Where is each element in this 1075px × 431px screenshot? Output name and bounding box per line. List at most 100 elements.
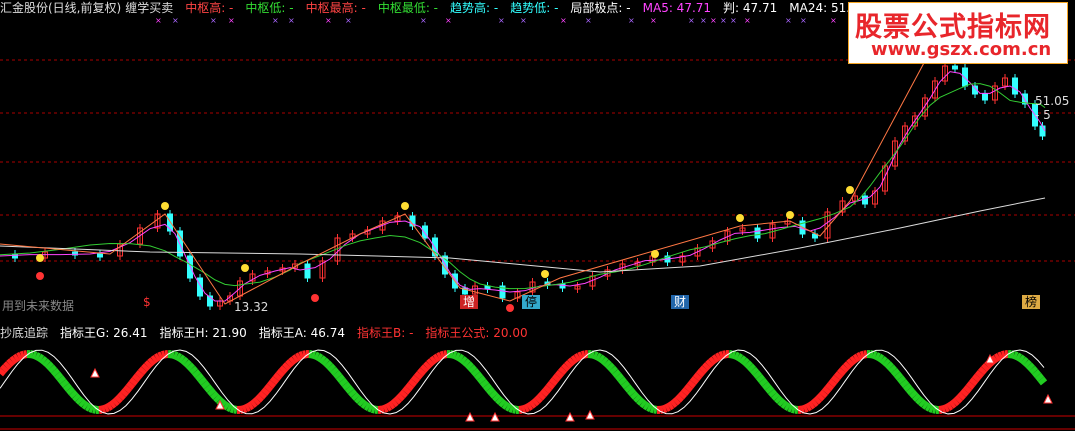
osc-segment bbox=[436, 351, 443, 361]
osc-segment bbox=[462, 358, 471, 368]
osc-segment bbox=[0, 367, 7, 377]
osc-segment bbox=[501, 401, 510, 410]
buy-arrow-0 bbox=[90, 367, 100, 378]
osc-segment bbox=[836, 367, 847, 377]
osc-segment bbox=[206, 387, 217, 397]
osc-segment bbox=[170, 350, 175, 359]
header-item-7: MA5: 47.71 bbox=[642, 1, 712, 15]
osc-segment bbox=[279, 365, 288, 375]
stock-title[interactable]: 汇金股份(日线,前复权) bbox=[0, 1, 121, 15]
osc-segment bbox=[160, 350, 167, 359]
osc-segment bbox=[1015, 352, 1022, 362]
osc-segment bbox=[404, 382, 415, 392]
sub-indicator-name[interactable]: 抄底追踪 bbox=[0, 326, 48, 340]
osc-segment bbox=[401, 386, 412, 395]
osc-segment bbox=[606, 362, 615, 372]
osc-segment bbox=[954, 394, 963, 404]
marker-x: × bbox=[420, 16, 427, 25]
osc-segment bbox=[42, 358, 51, 368]
osc-segment bbox=[738, 355, 747, 364]
osc-segment bbox=[747, 363, 756, 373]
osc-segment bbox=[614, 372, 625, 382]
header-item-3: 中枢最低: - bbox=[377, 1, 439, 15]
osc-segment bbox=[183, 359, 192, 369]
osc-segment bbox=[449, 350, 454, 359]
osc-segment bbox=[380, 405, 385, 414]
osc-segment bbox=[561, 363, 570, 372]
osc-segment bbox=[387, 400, 396, 410]
signal-dot-2 bbox=[241, 264, 249, 272]
event-tag-4: 榜 bbox=[1022, 295, 1041, 309]
osc-segment bbox=[876, 353, 885, 363]
sub-indicator-chart[interactable] bbox=[0, 342, 1075, 431]
osc-segment bbox=[580, 350, 587, 359]
osc-segment bbox=[1000, 350, 1007, 359]
formula-name[interactable]: 缠学买卖 bbox=[125, 1, 173, 15]
osc-segment bbox=[385, 402, 392, 412]
sub-header-item-4: 指标王公式: 20.00 bbox=[425, 326, 528, 340]
osc-segment bbox=[470, 368, 481, 377]
header-item-1: 中枢低: - bbox=[245, 1, 294, 15]
signal-dot-5 bbox=[651, 250, 659, 258]
osc-segment bbox=[157, 351, 164, 361]
osc-segment bbox=[692, 372, 703, 382]
osc-segment bbox=[210, 391, 219, 400]
osc-segment bbox=[715, 352, 722, 362]
osc-segment bbox=[315, 353, 324, 362]
osc-segment bbox=[997, 351, 1004, 361]
marker-x: × bbox=[585, 16, 592, 25]
osc-segment bbox=[597, 354, 606, 364]
osc-segment bbox=[827, 378, 838, 388]
osc-segment bbox=[332, 370, 343, 380]
osc-segment bbox=[263, 383, 274, 393]
osc-segment bbox=[302, 350, 307, 359]
osc-segment bbox=[520, 404, 527, 414]
osc-segment bbox=[188, 365, 199, 375]
osc-segment bbox=[735, 353, 744, 362]
osc-segment bbox=[542, 384, 553, 394]
osc-segment bbox=[313, 351, 320, 361]
header-item-2: 中枢最高: - bbox=[305, 1, 366, 15]
osc-segment bbox=[354, 395, 363, 404]
osc-segment bbox=[473, 371, 484, 381]
osc-segment bbox=[62, 382, 73, 392]
marker-x: × bbox=[498, 16, 505, 25]
marker-x: × bbox=[155, 16, 162, 25]
osc-segment bbox=[258, 390, 267, 400]
osc-segment bbox=[830, 374, 841, 384]
osc-segment bbox=[675, 393, 684, 403]
osc-segment bbox=[882, 358, 891, 368]
osc-segment bbox=[119, 388, 130, 398]
candle bbox=[97, 253, 103, 258]
osc-segment bbox=[451, 350, 458, 360]
sub-header-item-2: 指标王A: 46.74 bbox=[258, 326, 345, 340]
osc-segment bbox=[498, 398, 507, 408]
osc-segment bbox=[959, 388, 970, 398]
osc-segment bbox=[722, 350, 727, 359]
osc-segment bbox=[767, 388, 778, 398]
osc-segment bbox=[275, 368, 286, 378]
osc-segment bbox=[341, 381, 352, 391]
marker-x: × bbox=[628, 16, 635, 25]
osc-segment bbox=[295, 352, 302, 362]
candle bbox=[1012, 77, 1018, 95]
osc-segment bbox=[72, 393, 81, 402]
osc-segment bbox=[774, 395, 783, 404]
osc-segment bbox=[75, 396, 84, 405]
osc-segment bbox=[347, 388, 358, 398]
osc-segment bbox=[122, 384, 133, 394]
osc-segment bbox=[186, 362, 195, 372]
osc-segment bbox=[117, 391, 126, 401]
sell-dot-0 bbox=[36, 272, 44, 280]
osc-segment bbox=[180, 356, 189, 366]
osc-segment bbox=[932, 405, 937, 414]
osc-segment bbox=[807, 400, 816, 410]
osc-segment bbox=[81, 401, 90, 410]
osc-segment bbox=[945, 402, 954, 411]
osc-segment bbox=[153, 352, 162, 362]
signal-dot-7 bbox=[786, 211, 794, 219]
marker-x: × bbox=[800, 16, 807, 25]
osc-segment bbox=[577, 351, 584, 361]
osc-segment bbox=[134, 369, 145, 379]
osc-segment bbox=[468, 364, 477, 374]
